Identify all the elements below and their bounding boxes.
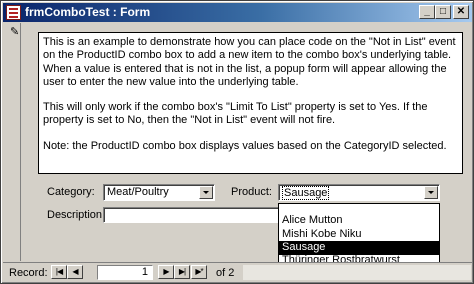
form-icon	[6, 5, 21, 20]
list-item[interactable]: Mishi Kobe Niku	[279, 228, 439, 242]
product-dropdown-arrow-icon[interactable]	[424, 186, 438, 199]
window-title: frmComboTest : Form	[25, 5, 151, 19]
record-count: of 2	[216, 267, 235, 279]
list-item[interactable]: Alice Mutton	[279, 214, 439, 228]
new-record-button[interactable]: ▶*	[191, 265, 207, 279]
close-button[interactable]: ✕	[453, 5, 469, 19]
first-record-button[interactable]: |◀	[51, 265, 67, 279]
product-value[interactable]: Sausage	[282, 186, 330, 200]
category-dropdown-arrow-icon[interactable]	[199, 186, 213, 199]
title-bar[interactable]: frmComboTest : Form _ □ ✕	[3, 3, 472, 22]
list-item-selected[interactable]: Sausage	[279, 241, 439, 255]
description-field[interactable]	[103, 207, 279, 223]
category-value: Meat/Poultry	[107, 186, 169, 198]
note-paragraph-3: Note: the ProductID combo box displays v…	[43, 139, 447, 152]
record-selector[interactable]: ✎	[3, 23, 21, 261]
next-record-button[interactable]: ▶	[158, 265, 174, 279]
category-combo[interactable]: Meat/Poultry	[103, 184, 215, 201]
product-combo[interactable]: Sausage	[278, 184, 440, 201]
note-paragraph-2: This will only work if the combo box's "…	[43, 101, 428, 127]
note-paragraph-1: This is an example to demonstrate how yo…	[43, 36, 456, 88]
last-record-button[interactable]: ▶|	[174, 265, 190, 279]
maximize-button[interactable]: □	[435, 5, 451, 19]
record-number-input[interactable]: 1	[97, 265, 153, 280]
product-label: Product:	[231, 186, 272, 198]
product-dropdown-list[interactable]: Alice Mutton Mishi Kobe Niku Sausage Thü…	[278, 203, 440, 267]
pencil-icon: ✎	[10, 26, 20, 38]
record-label: Record:	[9, 267, 48, 279]
previous-record-button[interactable]: ◀	[67, 265, 83, 279]
form-window: frmComboTest : Form _ □ ✕ ✎ This is an e…	[0, 0, 474, 284]
record-navigation-bar: Record: |◀ ◀ 1 ▶ ▶| ▶* of 2	[3, 262, 472, 281]
description-note: This is an example to demonstrate how yo…	[38, 32, 463, 174]
horizontal-scrollbar[interactable]	[243, 265, 471, 280]
category-label: Category:	[47, 186, 95, 198]
description-label: Description:	[47, 209, 106, 221]
minimize-button[interactable]: _	[419, 5, 435, 19]
